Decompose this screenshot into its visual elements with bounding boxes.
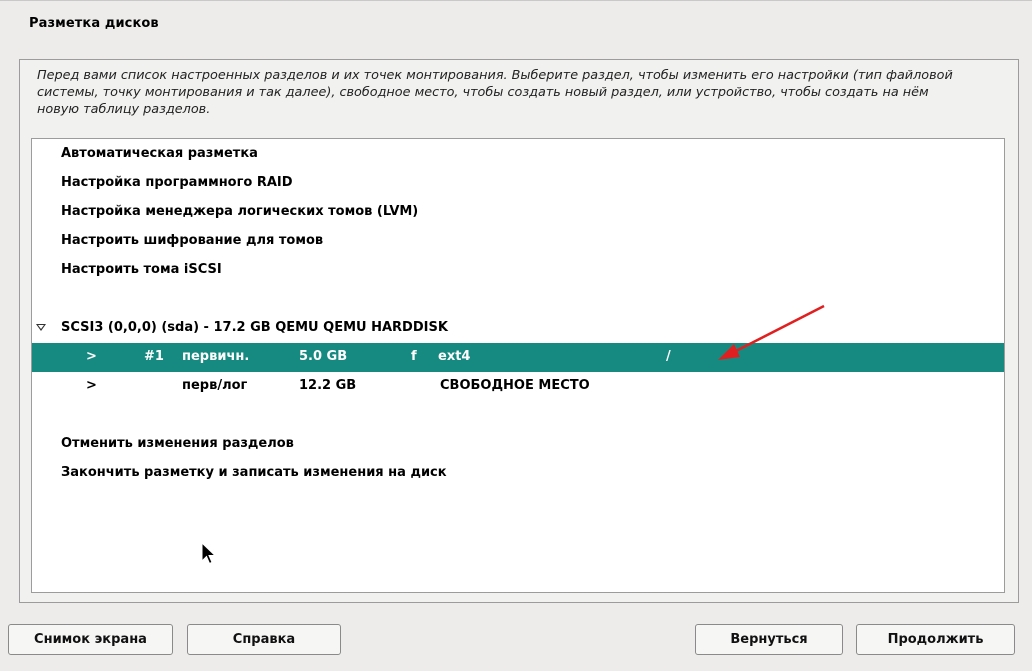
partition-type: перв/лог [182,378,248,393]
partition-arrow: > [86,378,97,393]
partition-number: #1 [144,349,164,364]
menu-item-label: Настройка программного RAID [61,175,293,190]
screenshot-button[interactable]: Снимок экрана [8,624,173,655]
continue-button[interactable]: Продолжить [856,624,1015,655]
partition-type: первичн. [182,349,250,364]
partition-size: 5.0 GB [299,349,348,364]
disk-label: SCSI3 (0,0,0) (sda) - 17.2 GB QEMU QEMU … [61,320,448,335]
menu-item-label: Настроить шифрование для томов [61,233,324,248]
partition-size: 12.2 GB [299,378,357,393]
menu-item-software-raid[interactable]: Настройка программного RAID [32,169,1004,198]
partition-filesystem: ext4 [438,349,471,364]
triangle-down-icon[interactable] [36,324,46,331]
menu-item-lvm[interactable]: Настройка менеджера логических томов (LV… [32,198,1004,227]
mouse-pointer-icon [201,542,216,565]
menu-item-iscsi[interactable]: Настроить тома iSCSI [32,256,1004,285]
menu-item-finish-partitioning[interactable]: Закончить разметку и записать изменения … [32,459,1004,488]
menu-item-encryption[interactable]: Настроить шифрование для томов [32,227,1004,256]
menu-item-label: Отменить изменения разделов [61,436,294,451]
intro-text: Перед вами список настроенных разделов и… [37,68,953,117]
menu-item-undo-changes[interactable]: Отменить изменения разделов [32,430,1004,459]
menu-item-auto-partition[interactable]: Автоматическая разметка [32,140,1004,169]
back-button[interactable]: Вернуться [695,624,843,655]
partition-list[interactable]: Автоматическая разметка Настройка програ… [31,138,1005,593]
menu-item-label: Настройка менеджера логических томов (LV… [61,204,419,219]
menu-item-label: Автоматическая разметка [61,146,258,161]
menu-item-label: Закончить разметку и записать изменения … [61,465,447,480]
partition-mountpoint: / [666,349,671,364]
partition-row-1[interactable]: > #1 первичн. 5.0 GB f ext4 / [32,343,1004,372]
disk-row[interactable]: SCSI3 (0,0,0) (sda) - 17.2 GB QEMU QEMU … [32,314,1004,343]
partition-filesystem: СВОБОДНОЕ МЕСТО [440,378,590,393]
menu-item-label: Настроить тома iSCSI [61,262,222,277]
partition-arrow: > [86,349,97,364]
partition-row-free[interactable]: > перв/лог 12.2 GB СВОБОДНОЕ МЕСТО [32,372,1004,401]
top-border [0,0,1032,1]
partition-flag: f [411,349,417,364]
help-button[interactable]: Справка [187,624,341,655]
page-title: Разметка дисков [29,16,159,31]
